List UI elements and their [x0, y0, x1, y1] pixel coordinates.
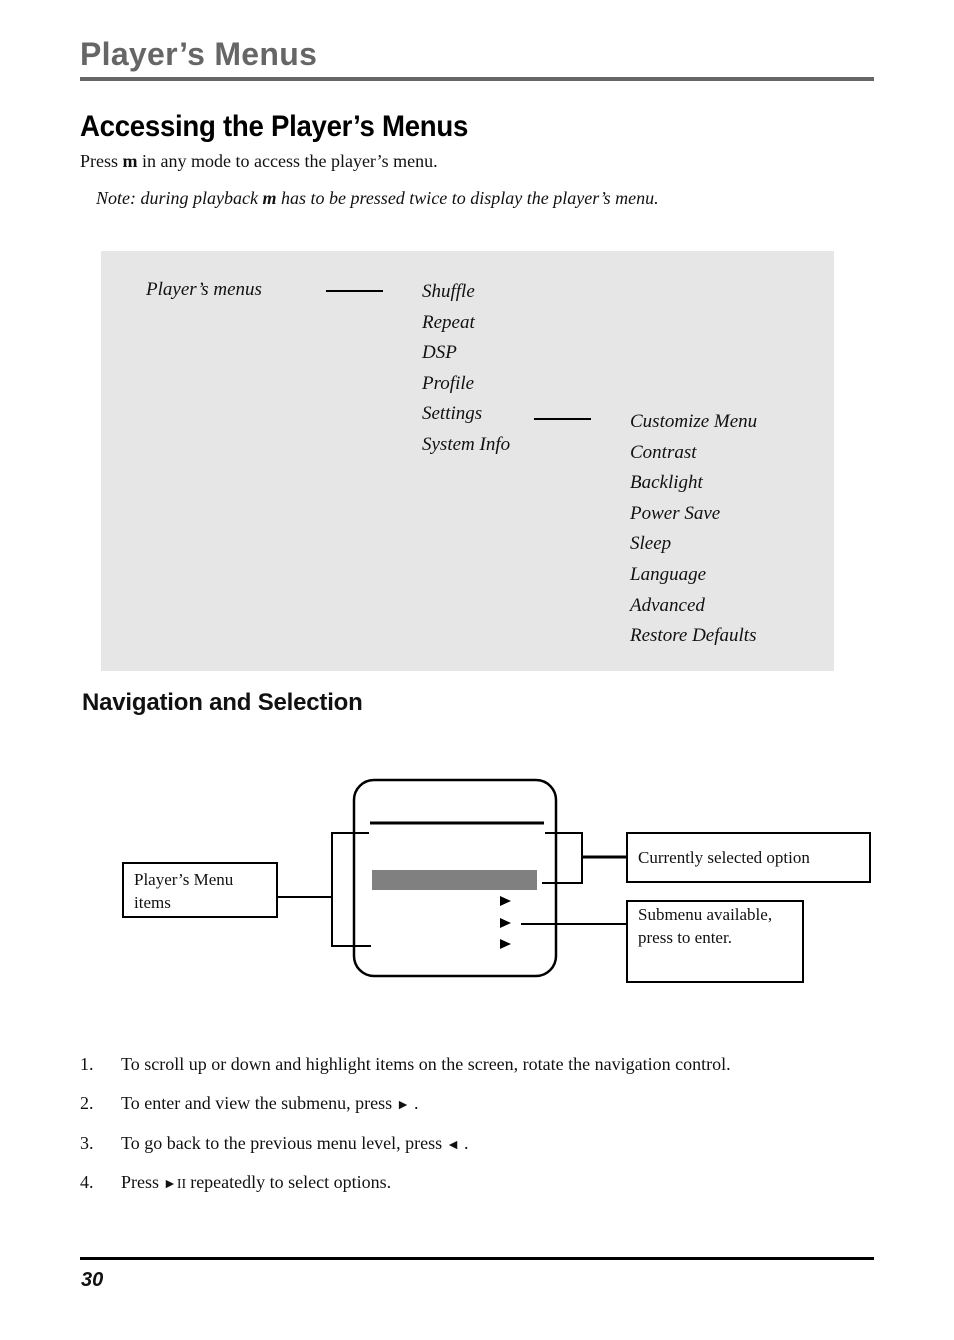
step-text: To enter and view the submenu, press ►.	[121, 1093, 419, 1114]
connector-line	[534, 418, 591, 420]
page-number: 30	[81, 1269, 104, 1291]
play-right-icon: ►	[396, 1098, 411, 1114]
step-number: 2.	[80, 1093, 94, 1114]
back-left-icon: ◄	[446, 1137, 461, 1153]
step-text-before: To go back to the previous menu level, p…	[121, 1132, 443, 1153]
settings-menu-item: Contrast	[630, 441, 697, 463]
footer-divider	[80, 1257, 874, 1260]
note-paragraph: Note: during playback m has to be presse…	[96, 188, 659, 209]
menu-items-callout: Player’s Menu items	[122, 862, 278, 918]
note-text: Note: during playback	[96, 188, 263, 208]
intro-paragraph: Press m in any mode to access the player…	[80, 151, 438, 172]
settings-menu-item: Advanced	[630, 594, 705, 616]
settings-menu-item: Customize Menu	[630, 411, 758, 432]
submenu-callout: Submenu available, press to enter.	[626, 900, 804, 983]
section-title: Accessing the Player’s Menus	[80, 110, 469, 143]
step-text-before: To enter and view the submenu, press	[121, 1093, 393, 1114]
step-number: 4.	[80, 1171, 94, 1192]
main-menu-item: Profile	[422, 372, 475, 394]
intro-text: Press	[80, 151, 123, 171]
play-pause-icon: ►II	[163, 1176, 187, 1192]
main-menu-item: DSP	[422, 342, 457, 364]
settings-menu-item: Backlight	[630, 472, 703, 494]
settings-menu-item: Language	[630, 564, 706, 585]
chapter-divider	[80, 77, 874, 81]
main-menu-item: Settings	[422, 403, 483, 425]
step-text-after: repeatedly to select options.	[190, 1171, 392, 1192]
step-text: Press ►II repeatedly to select options.	[121, 1172, 391, 1193]
main-menu-item: Shuffle	[422, 281, 475, 302]
settings-menu-item: Sleep	[630, 533, 672, 555]
step-text-after: .	[464, 1132, 469, 1153]
highlight-bar	[372, 870, 537, 890]
step-text-after: .	[414, 1093, 419, 1114]
menu-key: m	[122, 151, 138, 171]
navigation-diagram: Player’s Menu items Currently selected o…	[0, 760, 954, 1000]
settings-menu-item: Power Save	[630, 502, 721, 524]
step-text: To go back to the previous menu level, p…	[121, 1133, 469, 1154]
step-number: 1.	[80, 1054, 94, 1074]
main-menu-item: Repeat	[422, 311, 475, 333]
chapter-title: Player’s Menus	[80, 36, 318, 72]
intro-text: in any mode to access the player’s menu.	[137, 151, 438, 171]
connector-line	[326, 290, 383, 292]
step-text: To scroll up or down and highlight items…	[121, 1054, 731, 1074]
step-text-before: Press	[121, 1171, 160, 1192]
settings-menu-item: Restore Defaults	[630, 625, 757, 647]
note-text: has to be pressed twice to display the p…	[276, 188, 659, 208]
subsection-title: Navigation and Selection	[82, 689, 363, 716]
main-menu-item: System Info	[422, 434, 511, 455]
menu-tree-root: Player’s menus	[146, 279, 262, 300]
step-number: 3.	[80, 1132, 94, 1153]
menu-key: m	[262, 188, 277, 208]
selected-option-callout: Currently selected option	[626, 832, 871, 883]
